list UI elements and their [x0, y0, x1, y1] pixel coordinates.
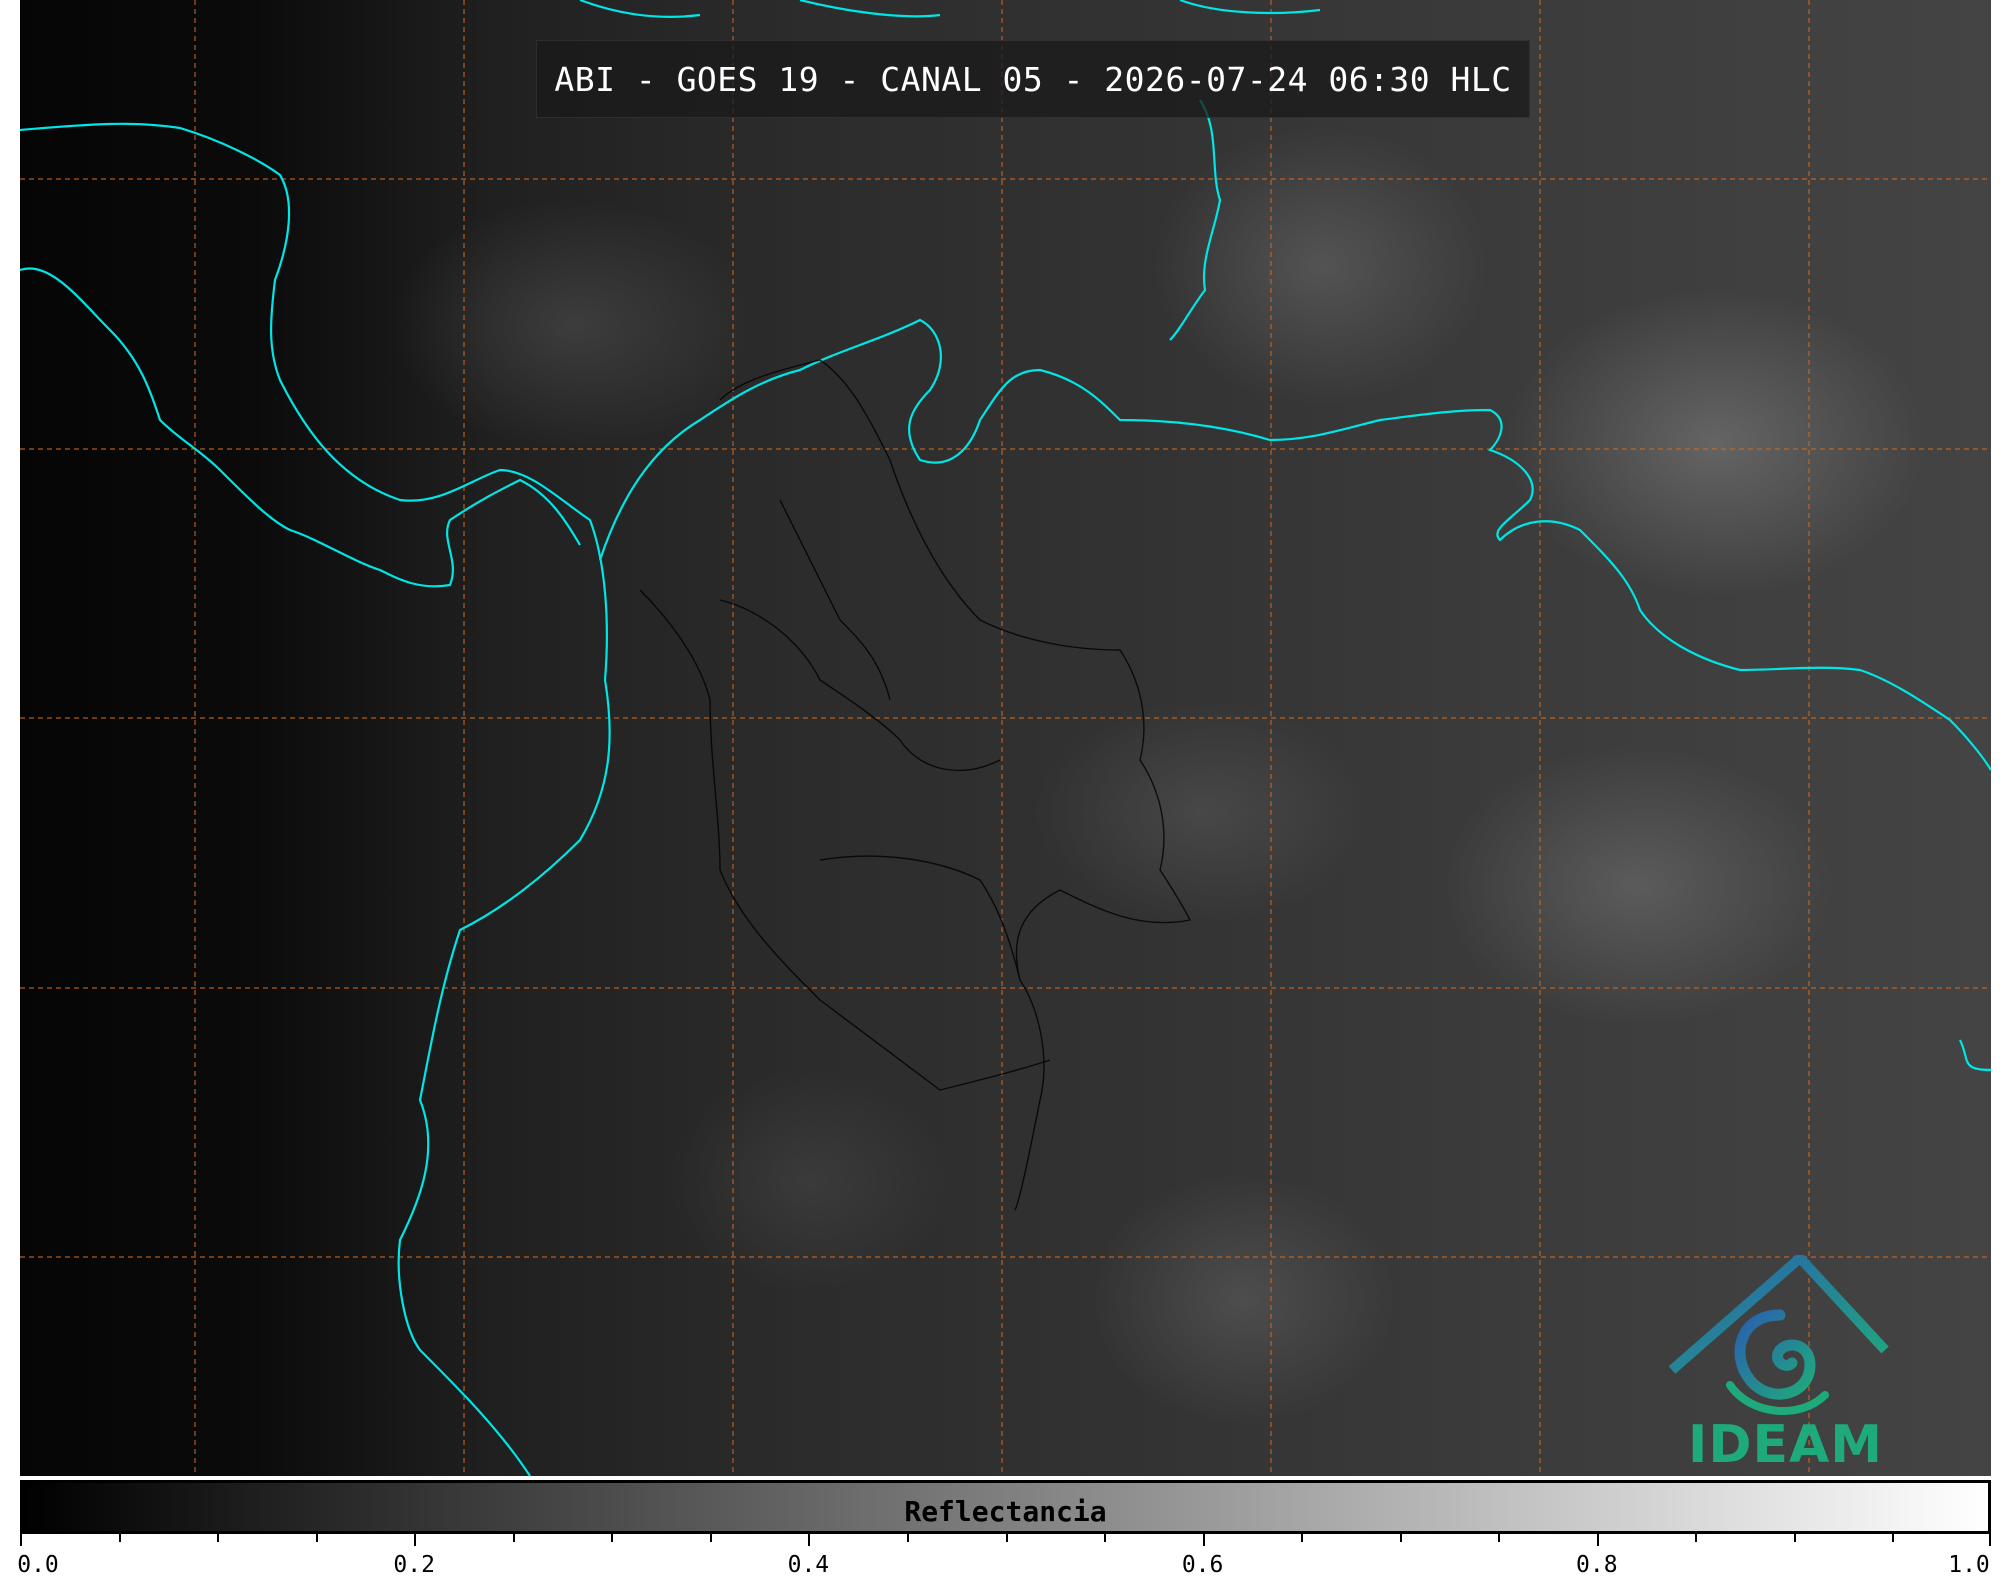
colorbar: Reflectancia — [20, 1480, 1991, 1534]
colorbar-tick — [709, 1534, 712, 1542]
colorbar-tick-label: 0.0 — [17, 1552, 59, 1578]
colorbar-tick — [1989, 1534, 1991, 1546]
colorbar-tick — [217, 1534, 220, 1542]
colorbar-tick-label: 0.6 — [1181, 1552, 1224, 1578]
logo-text: IDEAM — [1688, 1415, 1884, 1475]
colorbar-tick — [611, 1534, 614, 1542]
colorbar-tick — [906, 1534, 909, 1542]
colorbar-label: Reflectancia — [904, 1495, 1107, 1528]
colorbar-tick — [1301, 1534, 1304, 1542]
colorbar-tick — [1498, 1534, 1501, 1542]
colorbar-tick — [414, 1534, 417, 1546]
country-borders — [639, 359, 1192, 1211]
colorbar-tick — [1596, 1534, 1599, 1546]
map-title: ABI - GOES 19 - CANAL 05 - 2026-07-24 06… — [536, 40, 1530, 118]
colorbar-tick — [1695, 1534, 1698, 1542]
colorbar-tick — [1005, 1534, 1008, 1542]
colorbar-tick-label: 1.0 — [1948, 1552, 1990, 1578]
colorbar-tick — [808, 1534, 811, 1546]
colorbar-tick — [315, 1534, 318, 1542]
colorbar-tick — [118, 1534, 121, 1542]
colorbar-tick — [1399, 1534, 1402, 1542]
colorbar-tick-label: 0.2 — [393, 1552, 435, 1578]
colorbar-tick — [1793, 1534, 1796, 1542]
colorbar-tick — [1202, 1534, 1205, 1546]
colorbar-tick — [1892, 1534, 1895, 1542]
colorbar-tick-label: 0.4 — [787, 1552, 830, 1578]
colorbar-tick — [1104, 1534, 1107, 1542]
colorbar-tick — [20, 1534, 22, 1546]
colorbar-tick — [512, 1534, 515, 1542]
colorbar-tick-label: 0.8 — [1576, 1552, 1618, 1578]
